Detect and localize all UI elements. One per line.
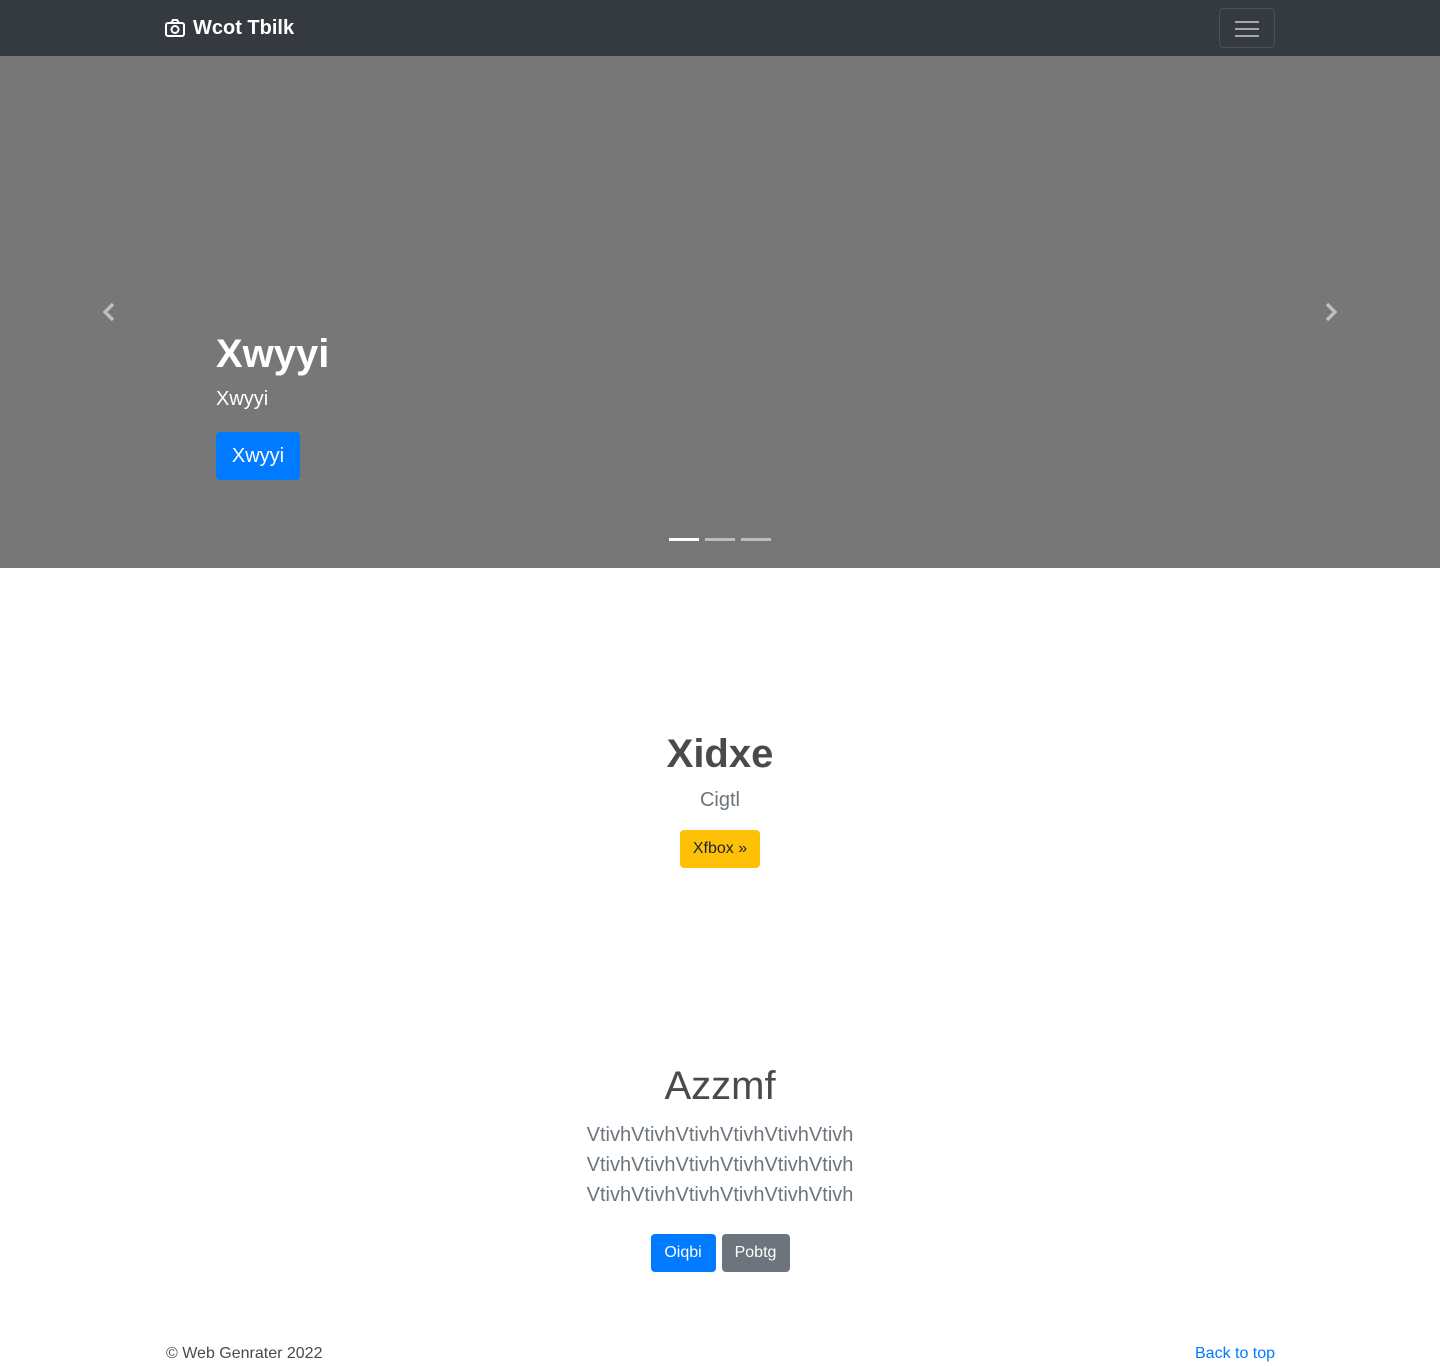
secondary-button[interactable]: Pobtg xyxy=(721,1234,790,1272)
navbar-brand[interactable]: Wcot Tbilk xyxy=(165,15,294,41)
chevron-left-icon xyxy=(102,302,115,322)
jumbotron-buttons: Oiqbi Pobtg xyxy=(0,1234,1440,1272)
carousel-next-button[interactable] xyxy=(1316,297,1346,327)
brand-name: Wcot Tbilk xyxy=(193,16,295,39)
hero-title: Xidxe xyxy=(666,732,774,776)
carousel-subtitle: Xwyyi xyxy=(216,388,269,410)
jumbotron: Azzmf VtivhVtivhVtivhVtivhVtivhVtivh Vti… xyxy=(0,1062,1440,1272)
primary-button[interactable]: Oiqbi xyxy=(650,1234,716,1272)
carousel-title: Xwyyi xyxy=(216,332,330,376)
jumbotron-title: Azzmf xyxy=(664,1064,776,1108)
chevron-right-icon xyxy=(1325,302,1338,322)
hamburger-bar xyxy=(1235,35,1259,37)
carousel-indicator-3[interactable] xyxy=(741,538,771,541)
back-to-top-link[interactable]: Back to top xyxy=(1195,1344,1275,1364)
carousel-indicator-1[interactable] xyxy=(669,538,699,541)
hero-section: Xidxe Cigtl Xfbox » xyxy=(0,730,1440,868)
hero-cta-button[interactable]: Xfbox » xyxy=(680,830,760,868)
camera-icon xyxy=(165,19,185,37)
hamburger-bar xyxy=(1235,28,1259,30)
hero-subtitle: Cigtl xyxy=(699,789,740,811)
navbar-toggler-button[interactable] xyxy=(1219,8,1275,48)
carousel-indicator-2[interactable] xyxy=(705,538,735,541)
navbar: Wcot Tbilk xyxy=(0,0,1440,56)
carousel: Xwyyi Xwyyi Xwyyi xyxy=(0,56,1440,568)
footer-copyright: © Web Genrater 2022 xyxy=(166,1345,323,1362)
hamburger-menu-icon xyxy=(1235,21,1259,23)
jumbotron-lead: VtivhVtivhVtivhVtivhVtivhVtivh VtivhVtiv… xyxy=(586,1124,854,1206)
carousel-prev-button[interactable] xyxy=(94,297,124,327)
carousel-caption: Xwyyi Xwyyi Xwyyi xyxy=(216,328,330,480)
carousel-indicators xyxy=(669,538,771,541)
carousel-cta-button[interactable]: Xwyyi xyxy=(216,432,300,480)
